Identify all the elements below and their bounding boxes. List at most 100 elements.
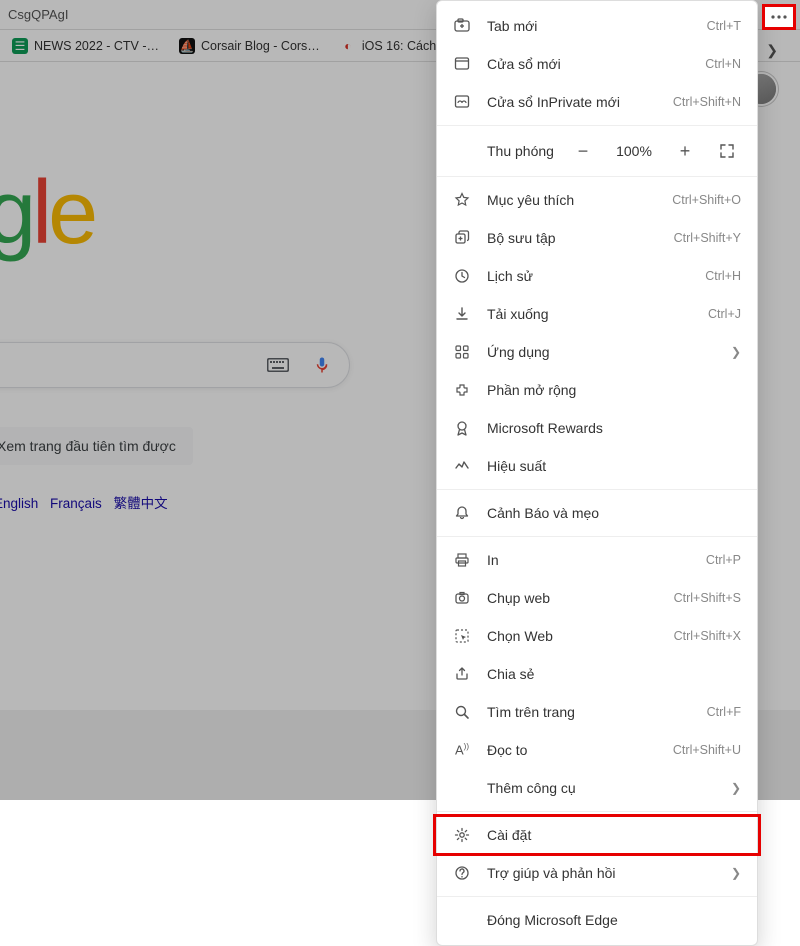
menu-item-label: Cài đặt [487,827,741,843]
menu-item-label: Lịch sử [487,268,689,284]
menu-item-label: Chọn Web [487,628,658,644]
menu-item-t-i-xu-ng[interactable]: Tải xuống Ctrl+J [437,295,757,333]
collections-icon [453,230,471,246]
language-link[interactable]: 繁體中文 [114,496,168,511]
history-icon [453,268,471,284]
browser-menu: Tab mới Ctrl+T Cửa sổ mới Ctrl+N Cửa sổ In… [436,0,758,946]
language-link[interactable]: English [0,496,38,511]
menu-item-m-c-y-u-th-ch[interactable]: Mục yêu thích Ctrl+Shift+O [437,181,757,219]
language-link[interactable]: Français [50,496,102,511]
download-icon [453,306,471,322]
menu-item-c-to[interactable]: A)) Đọc to Ctrl+Shift+U [437,731,757,769]
zoom-label: Thu phóng [487,143,555,159]
menu-item-l-ch-s[interactable]: Lịch sửCtrl+H [437,257,757,295]
menu-item-ch-n-web[interactable]: Chọn Web Ctrl+Shift+X [437,617,757,655]
menu-item-label: Ứng dụng [487,344,715,360]
zoom-out-button[interactable]: − [569,137,597,165]
bookmark-label: NEWS 2022 - CTV -… [34,39,159,53]
bookmarks-overflow-chevron-icon[interactable]: ❯ [766,42,778,59]
chevron-right-icon: ❯ [731,781,741,795]
menu-item-label: Bộ sưu tập [487,230,658,246]
menu-item-label: Thêm công cụ [487,780,715,796]
menu-item-shortcut: Ctrl+F [707,705,741,719]
apps-icon [453,344,471,360]
rewards-icon [453,420,471,436]
menu-item-label: Tìm trên trang [487,704,691,720]
menu-item-label: Chia sẻ [487,666,741,682]
menu-item-shortcut: Ctrl+Shift+N [673,95,741,109]
menu-item-tr-gi-p-v-ph-n-h-i[interactable]: Trợ giúp và phản hồi ❯ [437,854,757,892]
feeling-lucky-button[interactable]: Xem trang đầu tiên tìm được [0,427,193,465]
share-icon [453,666,471,682]
menu-item-ph-n-m-r-ng[interactable]: Phần mở rộng [437,371,757,409]
menu-item-label: Microsoft Rewards [487,420,741,436]
menu-item-shortcut: Ctrl+Shift+Y [674,231,741,245]
menu-item-shortcut: Ctrl+Shift+X [674,629,741,643]
menu-item-c-a-s-inprivate-m-i[interactable]: Cửa sổ InPrivate mới Ctrl+Shift+N [437,83,757,121]
menu-item-shortcut: Ctrl+T [707,19,741,33]
menu-item-shortcut: Ctrl+P [706,553,741,567]
menu-item-shortcut: Ctrl+J [708,307,741,321]
menu-item-ng-d-ng[interactable]: Ứng dụng ❯ [437,333,757,371]
menu-item-label: Cảnh Báo và mẹo [487,505,741,521]
menu-item-t-m-tr-n-trang[interactable]: Tìm trên trang Ctrl+F [437,693,757,731]
print-icon [453,552,471,568]
menu-item-shortcut: Ctrl+N [705,57,741,71]
menu-item-ng-microsoft-edge[interactable]: Đóng Microsoft Edge [437,901,757,939]
window-icon [453,56,471,72]
zoom-control: Thu phóng − 100% + [437,130,757,172]
more-menu-button[interactable] [762,4,796,30]
google-logo: ogle [0,162,94,265]
menu-item-label: Mục yêu thích [487,192,656,208]
menu-item-chia-s[interactable]: Chia sẻ [437,655,757,693]
help-icon [453,865,471,881]
menu-item-microsoft-rewards[interactable]: Microsoft Rewards [437,409,757,447]
menu-item-shortcut: Ctrl+Shift+U [673,743,741,757]
readaloud-icon: A)) [453,742,471,757]
select-icon [453,628,471,644]
favicon-icon: ◐ [340,38,356,54]
keyboard-icon[interactable] [267,358,289,372]
menu-item-label: Trợ giúp và phản hồi [487,865,715,881]
fullscreen-button[interactable] [713,137,741,165]
menu-item-hi-u-su-t[interactable]: Hiệu suất [437,447,757,485]
settings-icon [453,827,471,843]
menu-item-label: Cửa sổ InPrivate mới [487,94,657,110]
microphone-icon[interactable] [313,356,331,374]
performance-icon [453,458,471,474]
bookmark-item[interactable]: ⛵ Corsair Blog - Cors… [171,34,328,58]
menu-item-b-s-u-t-p[interactable]: Bộ sưu tập Ctrl+Shift+Y [437,219,757,257]
favicon-icon: ⛵ [179,38,195,54]
ellipsis-icon [771,15,787,19]
menu-item-th-m-c-ng-c[interactable]: Thêm công cụ ❯ [437,769,757,807]
menu-item-label: Đóng Microsoft Edge [487,912,741,928]
find-icon [453,704,471,720]
bookmark-item[interactable]: ☰NEWS 2022 - CTV -… [4,34,167,58]
extensions-icon [453,382,471,398]
menu-item-c-a-s-m-i[interactable]: Cửa sổ mới Ctrl+N [437,45,757,83]
menu-item-shortcut: Ctrl+Shift+S [674,591,741,605]
chevron-right-icon: ❯ [731,866,741,880]
menu-item-label: Tab mới [487,18,691,34]
menu-item-in[interactable]: In Ctrl+P [437,541,757,579]
menu-item-label: Tải xuống [487,306,692,322]
menu-item-label: Cửa sổ mới [487,56,689,72]
menu-item-label: In [487,552,690,568]
menu-item-shortcut: Ctrl+Shift+O [672,193,741,207]
capture-icon [453,590,471,606]
zoom-in-button[interactable]: + [671,137,699,165]
menu-item-c-nh-b-o-v-m-o[interactable]: Cảnh Báo và mẹo [437,494,757,532]
menu-item-tab-m-i[interactable]: Tab mới Ctrl+T [437,7,757,45]
bookmark-label: Corsair Blog - Cors… [201,39,320,53]
chevron-right-icon: ❯ [731,345,741,359]
zoom-value: 100% [611,143,657,159]
inprivate-icon [453,94,471,110]
menu-item-label: Hiệu suất [487,458,741,474]
menu-item-c-i-t[interactable]: Cài đặt [437,816,757,854]
tab-icon [453,18,471,34]
bell-icon [453,505,471,521]
menu-item-label: Đọc to [487,742,657,758]
language-links: English Français 繁體中文 [0,492,172,512]
menu-item-ch-p-web[interactable]: Chụp webCtrl+Shift+S [437,579,757,617]
search-box[interactable] [0,342,350,388]
